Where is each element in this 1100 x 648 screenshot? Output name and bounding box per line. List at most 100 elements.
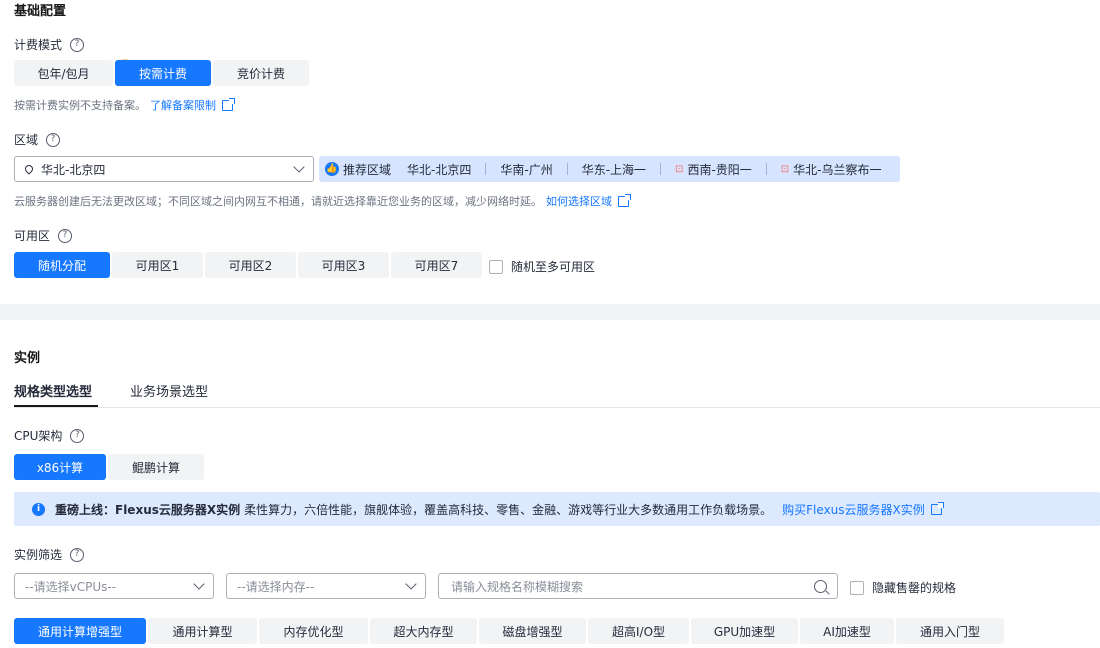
chevron-down-icon <box>193 578 205 590</box>
recommended-region[interactable]: 华东-上海一 <box>568 161 660 178</box>
section-divider <box>0 304 1100 320</box>
az-option-7[interactable]: 可用区7 <box>391 252 482 278</box>
cpu-option-label: 鲲鹏计算 <box>131 460 180 475</box>
basic-section-title: 基础配置 <box>14 4 67 19</box>
help-icon[interactable]: ? <box>70 547 85 562</box>
region-hint-text: 云服务器创建后无法更改区域；不同区域之间内网互不相通，请就近选择靠近您业务的区域… <box>14 195 542 208</box>
chevron-down-icon <box>293 161 305 173</box>
region-name: 西南-贵阳一 <box>687 162 752 177</box>
flexus-notice: i 重磅上线：Flexus云服务器X实例 柔性算力，六倍性能，旗舰体验，覆盖高科… <box>14 492 1100 526</box>
az-option-label: 可用区1 <box>135 258 180 273</box>
help-icon[interactable]: ? <box>70 428 85 443</box>
vcpu-select-placeholder: --请选择vCPUs-- <box>25 579 117 594</box>
external-link-icon <box>930 501 944 515</box>
az-option-label: 可用区7 <box>414 258 459 273</box>
billing-hint-link[interactable]: 了解备案限制 <box>150 97 216 113</box>
billing-label-text: 计费模式 <box>14 38 63 52</box>
type-large-memory[interactable]: 超大内存型 <box>370 618 477 644</box>
cpu-option-x86[interactable]: x86计算 <box>14 454 106 480</box>
region-select[interactable]: 华北-北京四 <box>14 156 314 182</box>
type-gpu[interactable]: GPU加速型 <box>691 618 798 644</box>
type-label: 通用计算型 <box>172 624 233 639</box>
region-name: 华北-北京四 <box>407 162 472 177</box>
recommended-regions-bar: 👍 推荐区域 华北-北京四 华南-广州 华东-上海一 ⊡ 西南-贵阳一 ⊡ 华北-乌… <box>319 156 900 182</box>
type-entry[interactable]: 通用入门型 <box>896 618 1004 644</box>
az-label-text: 可用区 <box>14 229 51 243</box>
notice-strong: 重磅上线：Flexus云服务器X实例 <box>55 502 241 517</box>
help-icon[interactable]: ? <box>70 37 85 52</box>
tab-spec-type[interactable]: 规格类型选型 <box>14 381 92 400</box>
type-label: 超大内存型 <box>393 624 454 639</box>
billing-option-label: 按需计费 <box>138 66 187 81</box>
type-ai[interactable]: AI加速型 <box>800 618 894 644</box>
type-high-io[interactable]: 超高I/O型 <box>588 618 689 644</box>
external-link-icon <box>618 193 631 207</box>
tabs-rule <box>14 407 1100 408</box>
region-name: 华南-广州 <box>500 162 553 177</box>
type-label: 磁盘增强型 <box>502 624 563 639</box>
hide-soldout-label: 隐藏售罄的规格 <box>872 581 957 595</box>
spec-search-input[interactable]: 请输入规格名称模糊搜索 <box>438 573 838 599</box>
cpu-option-label: x86计算 <box>36 460 84 475</box>
type-label: 超高I/O型 <box>611 624 666 639</box>
recommended-region[interactable]: ⊡ 华北-乌兰察布一 <box>767 161 896 178</box>
billing-hint-text: 按需计费实例不支持备案。 <box>14 99 146 112</box>
az-option-random[interactable]: 随机分配 <box>14 252 110 278</box>
cpu-label-text: CPU架构 <box>14 429 63 443</box>
hide-soldout-checkbox[interactable]: 隐藏售罄的规格 <box>850 579 956 596</box>
checkbox-box[interactable] <box>489 259 503 274</box>
gift-icon: ⊡ <box>780 163 790 175</box>
az-option-3[interactable]: 可用区3 <box>298 252 389 278</box>
billing-option-label: 包年/包月 <box>37 66 90 81</box>
filter-label-text: 实例筛选 <box>14 548 63 562</box>
search-icon[interactable] <box>814 579 827 593</box>
billing-option-yearly[interactable]: 包年/包月 ⊡ <box>14 58 129 86</box>
instance-section-title: 实例 <box>14 351 41 366</box>
type-general-enhanced[interactable]: 通用计算增强型 <box>14 618 146 644</box>
chevron-down-icon <box>405 578 417 590</box>
filter-label: 实例筛选 ? <box>14 546 85 563</box>
az-option-label: 可用区2 <box>228 258 273 273</box>
type-memory-optimized[interactable]: 内存优化型 <box>259 618 368 644</box>
region-hint-link[interactable]: 如何选择区域 <box>546 193 612 209</box>
cpu-option-kunpeng[interactable]: 鲲鹏计算 <box>108 454 204 480</box>
location-pin-icon <box>23 163 35 175</box>
billing-label: 计费模式 ? <box>14 36 85 53</box>
search-placeholder: 请输入规格名称模糊搜索 <box>451 579 584 594</box>
memory-select[interactable]: --请选择内存-- <box>226 573 426 599</box>
az-option-2[interactable]: 可用区2 <box>205 252 296 278</box>
az-option-label: 随机分配 <box>37 258 86 273</box>
instance-type-group: 通用计算增强型 通用计算型 内存优化型 超大内存型 磁盘增强型 超高I/O型 G… <box>14 618 1006 644</box>
billing-hint: 按需计费实例不支持备案。 了解备案限制 <box>14 97 235 113</box>
billing-option-ondemand[interactable]: 按需计费 <box>115 60 211 86</box>
multi-az-checkbox[interactable]: 随机至多可用区 <box>489 258 595 275</box>
cpu-label: CPU架构 ? <box>14 427 85 444</box>
type-general[interactable]: 通用计算型 <box>148 618 257 644</box>
az-label: 可用区 ? <box>14 227 73 244</box>
notice-link[interactable]: 购买Flexus云服务器X实例 <box>782 501 925 518</box>
cpu-group: x86计算 鲲鹏计算 <box>14 454 206 480</box>
vcpu-select[interactable]: --请选择vCPUs-- <box>14 573 214 599</box>
checkbox-box[interactable] <box>850 580 864 595</box>
help-icon[interactable]: ? <box>58 228 73 243</box>
recommended-region[interactable]: ⊡ 西南-贵阳一 <box>661 161 766 178</box>
billing-option-spot[interactable]: 竞价计费 <box>213 60 309 86</box>
region-label-text: 区域 <box>14 133 39 147</box>
info-icon: i <box>32 502 45 516</box>
external-link-icon <box>222 97 235 111</box>
type-disk-enhanced[interactable]: 磁盘增强型 <box>479 618 586 644</box>
recommended-region[interactable]: 华南-广州 <box>486 161 566 178</box>
billing-mode-group: 包年/包月 ⊡ 按需计费 竞价计费 <box>14 58 311 86</box>
region-name: 华北-乌兰察布一 <box>793 162 882 177</box>
region-hint: 云服务器创建后无法更改区域；不同区域之间内网互不相通，请就近选择靠近您业务的区域… <box>14 193 631 209</box>
help-icon[interactable]: ? <box>46 132 61 147</box>
billing-option-label: 竞价计费 <box>236 66 285 81</box>
recommend-label: 推荐区域 <box>343 162 392 177</box>
recommended-region[interactable]: 华北-北京四 <box>393 161 485 178</box>
type-label: 通用入门型 <box>919 624 980 639</box>
region-name: 华东-上海一 <box>581 162 647 177</box>
thumbs-up-icon: 👍 <box>325 162 339 176</box>
multi-az-label: 随机至多可用区 <box>511 260 596 274</box>
tab-scenario[interactable]: 业务场景选型 <box>130 381 208 400</box>
az-option-1[interactable]: 可用区1 <box>112 252 203 278</box>
